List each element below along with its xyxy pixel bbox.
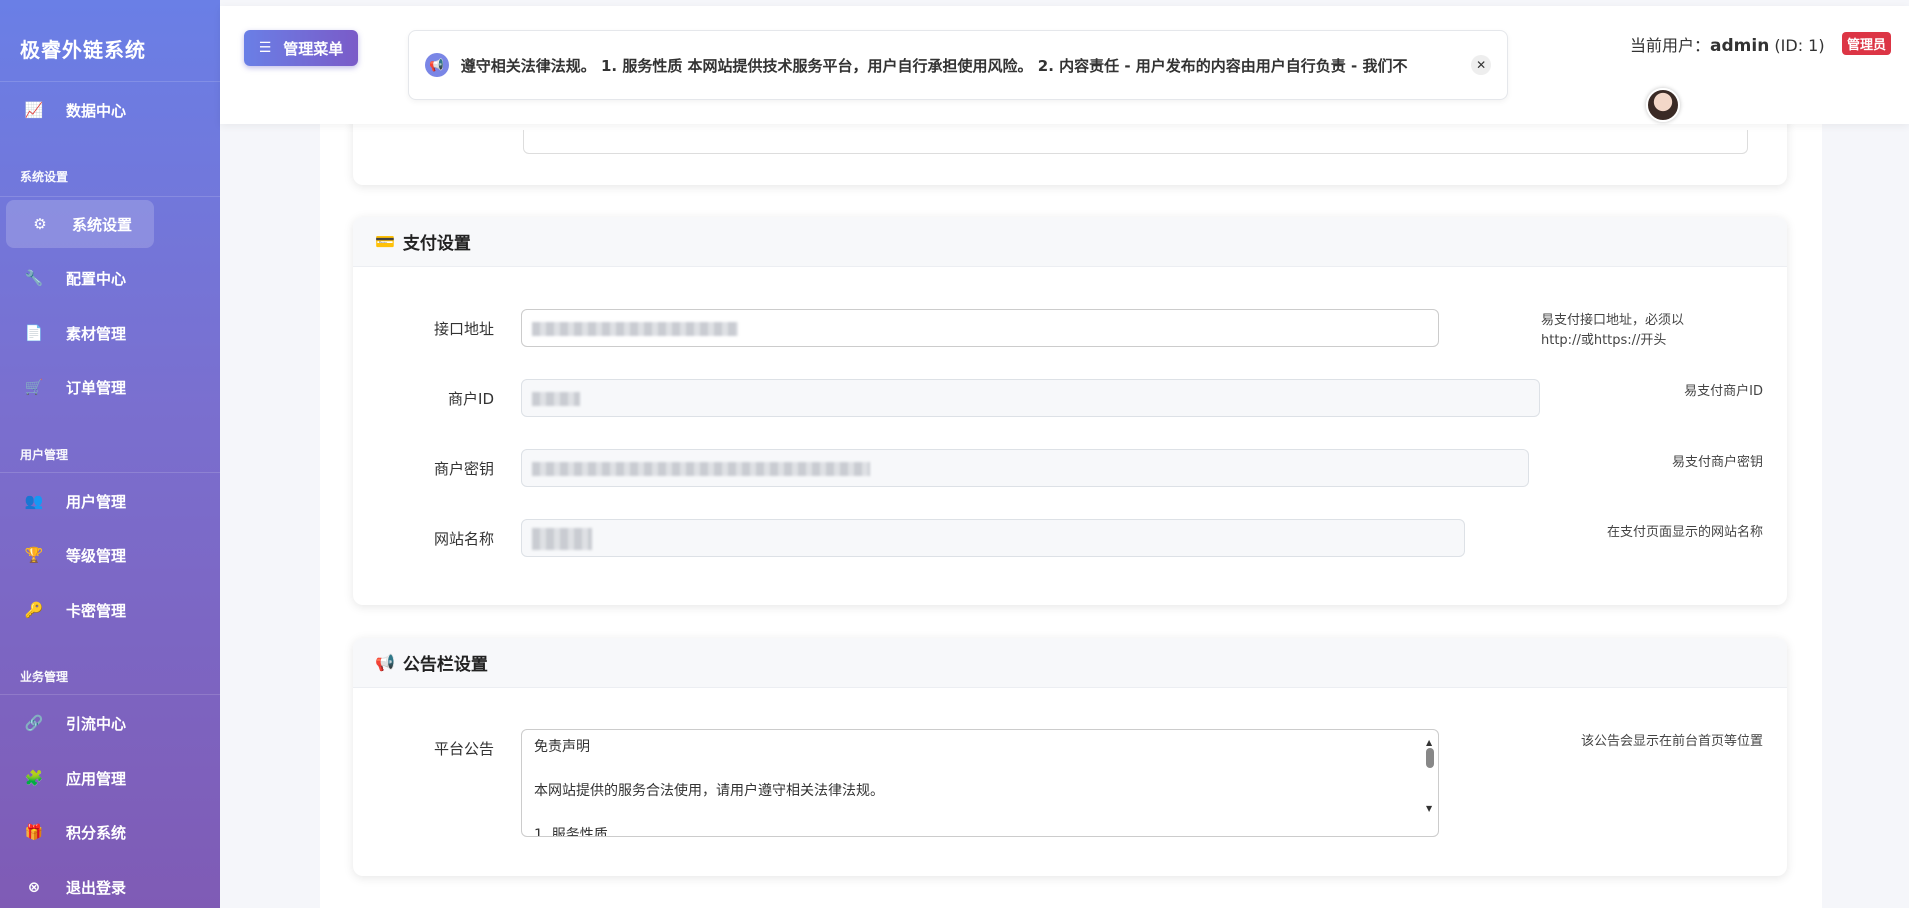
merchant-key-label: 商户密钥 [433, 460, 494, 478]
sidebar-item-label: 卡密管理 [66, 601, 127, 620]
site-name-label: 网站名称 [433, 530, 494, 548]
notice-line: 1. 服务性质 [534, 827, 608, 837]
api-url-hint: 易支付接口地址，必须以 http://或https://开头 [1541, 313, 1685, 348]
notice-card-header: 📢 公告栏设置 [353, 638, 1787, 688]
api-url-label: 接口地址 [433, 320, 494, 338]
sidebar-item-logout[interactable]: ⊗ 退出登录 [0, 863, 220, 908]
gear-icon: ⚙ [33, 215, 47, 233]
notice-line: 免责声明 [534, 739, 590, 755]
sidebar-item-users[interactable]: 👥 用户管理 [0, 477, 220, 525]
sidebar: 极睿外链系统 📈 数据中心 系统设置 ⚙ 系统设置 🔧 配置中心 📄 素材管理 … [0, 0, 220, 908]
sidebar-item-config-center[interactable]: 🔧 配置中心 [0, 254, 220, 302]
site-name-hint: 在支付页面显示的网站名称 [1606, 525, 1763, 540]
puzzle-icon: 🧩 [24, 769, 44, 787]
logout-icon: ⊗ [27, 878, 41, 896]
redacted-value [532, 322, 738, 336]
sidebar-item-label: 退出登录 [66, 878, 127, 897]
sidebar-item-label: 用户管理 [66, 492, 127, 511]
sidebar-item-system-settings[interactable]: ⚙ 系统设置 [6, 200, 154, 248]
section-title-business: 业务管理 [20, 670, 69, 684]
payment-card-header: 💳 支付设置 [353, 217, 1787, 267]
sidebar-item-label: 数据中心 [66, 101, 127, 120]
brand-title: 极睿外链系统 [0, 0, 220, 82]
merchant-id-label: 商户ID [448, 390, 494, 408]
payment-card-title: 支付设置 [402, 234, 471, 254]
sidebar-item-cards[interactable]: 🔑 卡密管理 [0, 586, 220, 634]
chart-line-icon: 📈 [24, 101, 44, 119]
sidebar-item-label: 应用管理 [66, 769, 127, 788]
file-icon: 📄 [24, 324, 44, 342]
section-title-users: 用户管理 [20, 448, 69, 462]
sidebar-item-levels[interactable]: 🏆 等级管理 [0, 531, 220, 579]
section-title-system: 系统设置 [20, 170, 69, 184]
sidebar-item-label: 系统设置 [72, 215, 133, 234]
sidebar-item-label: 素材管理 [66, 324, 127, 343]
close-icon[interactable]: ✕ [1471, 55, 1491, 75]
sidebar-item-label: 引流中心 [66, 714, 127, 733]
redacted-value [532, 528, 592, 550]
api-url-input[interactable] [521, 309, 1439, 347]
platform-notice-hint: 该公告会显示在前台首页等位置 [1580, 734, 1763, 749]
sidebar-item-materials[interactable]: 📄 素材管理 [0, 309, 220, 357]
hamburger-icon: ☰ [258, 40, 272, 56]
sidebar-item-points[interactable]: 🎁 积分系统 [0, 808, 220, 856]
platform-notice-label: 平台公告 [433, 740, 494, 758]
site-name-input[interactable] [521, 519, 1465, 557]
credit-card-icon: 💳 [375, 232, 395, 251]
megaphone-icon: 📢 [425, 53, 449, 77]
sidebar-item-apps[interactable]: 🧩 应用管理 [0, 754, 220, 802]
redacted-value [532, 462, 870, 476]
sidebar-item-label: 等级管理 [66, 546, 127, 565]
announcement-banner: 📢 遵守相关法律法规。 1. 服务性质 本网站提供技术服务平台，用户自行承担使用… [408, 30, 1508, 100]
redacted-value [532, 392, 580, 406]
avatar[interactable] [1646, 88, 1680, 122]
textarea-scrollbar[interactable]: ▲ ▼ [1424, 732, 1436, 834]
link-icon: 🔗 [24, 714, 44, 732]
sidebar-item-traffic[interactable]: 🔗 引流中心 [0, 699, 220, 747]
users-icon: 👥 [24, 492, 44, 510]
gift-icon: 🎁 [24, 823, 44, 841]
sidebar-item-label: 积分系统 [66, 823, 127, 842]
merchant-key-hint: 易支付商户密钥 [1671, 455, 1763, 470]
sidebar-item-data-center[interactable]: 📈 数据中心 [0, 86, 220, 134]
sidebar-item-orders[interactable]: 🛒 订单管理 [0, 363, 220, 411]
notice-board-card: 📢 公告栏设置 平台公告 免责声明 本网站提供的服务合法使用，请用户遵守相关法律… [353, 638, 1787, 876]
platform-notice-textarea[interactable]: 免责声明 本网站提供的服务合法使用，请用户遵守相关法律法规。 1. 服务性质 ▲… [521, 729, 1439, 837]
merchant-id-hint: 易支付商户ID [1684, 384, 1763, 399]
notice-line: 本网站提供的服务合法使用，请用户遵守相关法律法规。 [534, 783, 884, 799]
announcement-text: 遵守相关法律法规。 1. 服务性质 本网站提供技术服务平台，用户自行承担使用风险… [460, 56, 1408, 75]
sidebar-item-label: 订单管理 [66, 378, 127, 397]
merchant-key-input[interactable] [521, 449, 1529, 487]
current-user-info: 当前用户：admin (ID: 1) [1630, 36, 1825, 56]
cart-icon: 🛒 [24, 378, 44, 396]
trophy-icon: 🏆 [24, 546, 44, 564]
admin-menu-button[interactable]: ☰ 管理菜单 [244, 30, 358, 66]
role-badge: 管理员 [1842, 32, 1892, 55]
previous-textarea[interactable] [523, 130, 1748, 154]
notice-card-title: 公告栏设置 [402, 655, 488, 675]
merchant-id-input[interactable] [521, 379, 1540, 417]
key-icon: 🔑 [24, 601, 44, 619]
megaphone-icon: 📢 [375, 653, 395, 672]
wrench-icon: 🔧 [24, 269, 44, 287]
sidebar-item-label: 配置中心 [66, 269, 127, 288]
payment-settings-card: 💳 支付设置 接口地址 易支付接口地址，必须以 http://或https://… [353, 217, 1787, 605]
